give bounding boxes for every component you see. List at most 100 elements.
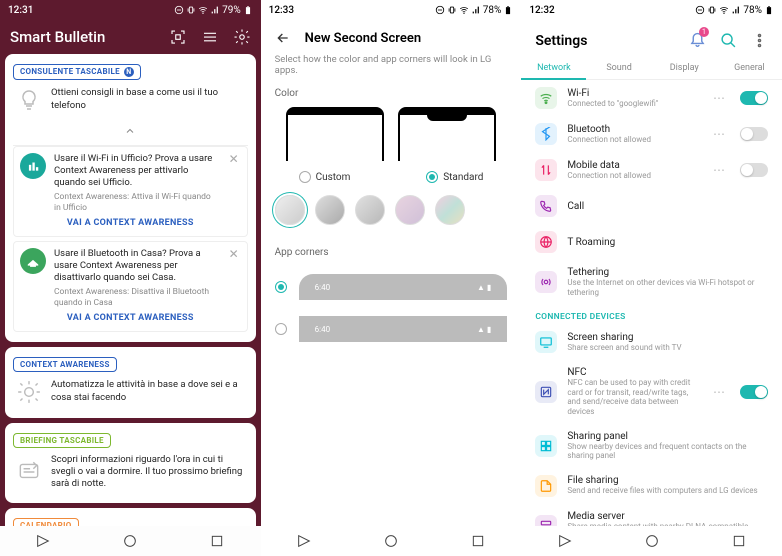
- recent-button[interactable]: [207, 531, 227, 551]
- briefing-icon: [15, 458, 43, 486]
- overflow-icon[interactable]: ⋯: [713, 385, 726, 399]
- do-not-disturb-icon: [174, 5, 184, 15]
- status-bar: 12:31 79%: [0, 0, 261, 20]
- status-icons: 78%: [435, 5, 514, 16]
- setting-bluetooth[interactable]: BluetoothConnection not allowed ⋯: [521, 116, 782, 152]
- recent-button[interactable]: [729, 531, 749, 551]
- setting-tethering[interactable]: TetheringUse the Internet on other devic…: [521, 260, 782, 304]
- color-option-2[interactable]: [315, 195, 345, 225]
- signal-icon: [210, 5, 220, 15]
- lightbulb-icon: [15, 86, 43, 114]
- setting-mobiledata[interactable]: Mobile dataConnection not allowed ⋯: [521, 152, 782, 188]
- context-suggestion-bt[interactable]: Usare il Bluetooth in Casa? Prova a usar…: [13, 241, 248, 332]
- scan-icon[interactable]: [169, 28, 187, 46]
- sub: Send and receive files with computers an…: [567, 486, 768, 496]
- toggle-nfc[interactable]: [740, 385, 768, 399]
- color-option-3[interactable]: [355, 195, 385, 225]
- setting-media-server[interactable]: Media serverShare media content with nea…: [521, 504, 782, 526]
- color-previews: [261, 103, 522, 165]
- vibrate-icon: [707, 5, 717, 15]
- radio-standard[interactable]: Standard: [426, 171, 483, 183]
- card-context-awareness[interactable]: CONTEXT AWARENESS Automatizza le attivit…: [5, 347, 256, 418]
- color-option-4[interactable]: [395, 195, 425, 225]
- setting-screenshare[interactable]: Screen sharingShare screen and sound wit…: [521, 324, 782, 360]
- label: Sharing panel: [567, 431, 768, 442]
- toggle-bluetooth[interactable]: [740, 127, 768, 141]
- setting-call[interactable]: Call: [521, 188, 782, 224]
- tethering-icon: [535, 271, 557, 293]
- setting-file-sharing[interactable]: File sharingSend and receive files with …: [521, 468, 782, 504]
- gear-icon[interactable]: [233, 28, 251, 46]
- page-title: Smart Bulletin: [10, 28, 105, 46]
- close-icon[interactable]: ✕: [227, 153, 241, 165]
- tab-general[interactable]: General: [717, 57, 782, 79]
- collapse-toggle[interactable]: [13, 120, 248, 146]
- home-button[interactable]: [120, 531, 140, 551]
- section-connected-devices: CONNECTED DEVICES: [521, 304, 782, 324]
- setting-sharing-panel[interactable]: Sharing panelShow nearby devices and fre…: [521, 424, 782, 468]
- back-button[interactable]: [294, 531, 314, 551]
- close-icon[interactable]: ✕: [227, 248, 241, 260]
- back-button[interactable]: [33, 531, 53, 551]
- preview-standard[interactable]: [398, 107, 496, 161]
- recent-button[interactable]: [468, 531, 488, 551]
- bluetooth-icon: [535, 123, 557, 145]
- setting-roaming[interactable]: T Roaming: [521, 224, 782, 260]
- card-calendario[interactable]: CALENDARIO Programmazione di oggi Nessun…: [5, 508, 256, 526]
- corner-preview: 6:40 ▲ ▮: [299, 274, 508, 300]
- label: Screen sharing: [567, 332, 768, 343]
- setting-wifi[interactable]: Wi-FiConnected to "googlewifi" ⋯: [521, 80, 782, 116]
- context-link[interactable]: VAI A CONTEXT AWARENESS: [20, 214, 241, 230]
- tab-display[interactable]: Display: [652, 57, 717, 79]
- corner-option-rounded[interactable]: 6:40 ▲ ▮: [275, 266, 508, 308]
- radio-icon: [275, 323, 287, 335]
- file-share-icon: [535, 475, 557, 497]
- page-title: New Second Screen: [305, 31, 421, 46]
- card-header: CONTEXT AWARENESS: [13, 357, 117, 372]
- radio-custom[interactable]: Custom: [299, 171, 351, 183]
- card-briefing[interactable]: BRIEFING TASCABILE Scopri informazioni r…: [5, 423, 256, 503]
- color-option-5[interactable]: [435, 195, 465, 225]
- corner-option-square[interactable]: 6:40 ▲ ▮: [275, 308, 508, 350]
- toggle-mobiledata[interactable]: [740, 163, 768, 177]
- overflow-icon[interactable]: ⋯: [713, 163, 726, 177]
- notifications-button[interactable]: 1: [689, 30, 706, 51]
- section-color-label: Color: [261, 84, 522, 103]
- tab-sound[interactable]: Sound: [586, 57, 651, 79]
- radio-icon: [426, 171, 438, 183]
- sub: Share screen and sound with TV: [567, 343, 768, 353]
- card-consulente: CONSULENTE TASCABILE N Ottieni consigli …: [5, 54, 256, 342]
- home-button[interactable]: [642, 531, 662, 551]
- sub: Show nearby devices and frequent contact…: [567, 442, 768, 461]
- preview-custom[interactable]: [286, 107, 384, 161]
- section-corners-label: App corners: [261, 243, 522, 262]
- more-icon[interactable]: [751, 32, 768, 49]
- status-bar: 12:33 78%: [261, 0, 522, 20]
- battery-pct: 79%: [222, 5, 241, 16]
- overflow-icon[interactable]: ⋯: [713, 91, 726, 105]
- color-option-1[interactable]: [275, 195, 305, 225]
- tip-row[interactable]: Ottieni consigli in base a come usi il t…: [13, 80, 248, 120]
- notification-badge: 1: [699, 27, 709, 37]
- wifi-suggestion-icon: [20, 153, 46, 179]
- automation-icon: [15, 378, 43, 406]
- vibrate-icon: [447, 5, 457, 15]
- overflow-icon[interactable]: ⋯: [713, 127, 726, 141]
- radio-label: Custom: [316, 172, 351, 183]
- search-icon[interactable]: [720, 32, 737, 49]
- context-suggestion-wifi[interactable]: Usare il Wi-Fi in Ufficio? Prova a usare…: [13, 146, 248, 237]
- back-icon[interactable]: [275, 30, 291, 46]
- menu-icon[interactable]: [201, 28, 219, 46]
- settings-tabs: Network Sound Display General: [521, 57, 782, 80]
- back-button[interactable]: [555, 531, 575, 551]
- ctx2-sub: Context Awareness: Disattiva il Bluetoot…: [54, 287, 219, 309]
- tab-network[interactable]: Network: [521, 57, 586, 79]
- wifi-icon: [459, 5, 469, 15]
- app-header: Settings 1: [521, 20, 782, 57]
- wifi-icon: [535, 87, 557, 109]
- battery-pct: 78%: [743, 5, 762, 16]
- context-link[interactable]: VAI A CONTEXT AWARENESS: [20, 309, 241, 325]
- setting-nfc[interactable]: NFCNFC can be used to pay with credit ca…: [521, 360, 782, 423]
- home-button[interactable]: [381, 531, 401, 551]
- toggle-wifi[interactable]: [740, 91, 768, 105]
